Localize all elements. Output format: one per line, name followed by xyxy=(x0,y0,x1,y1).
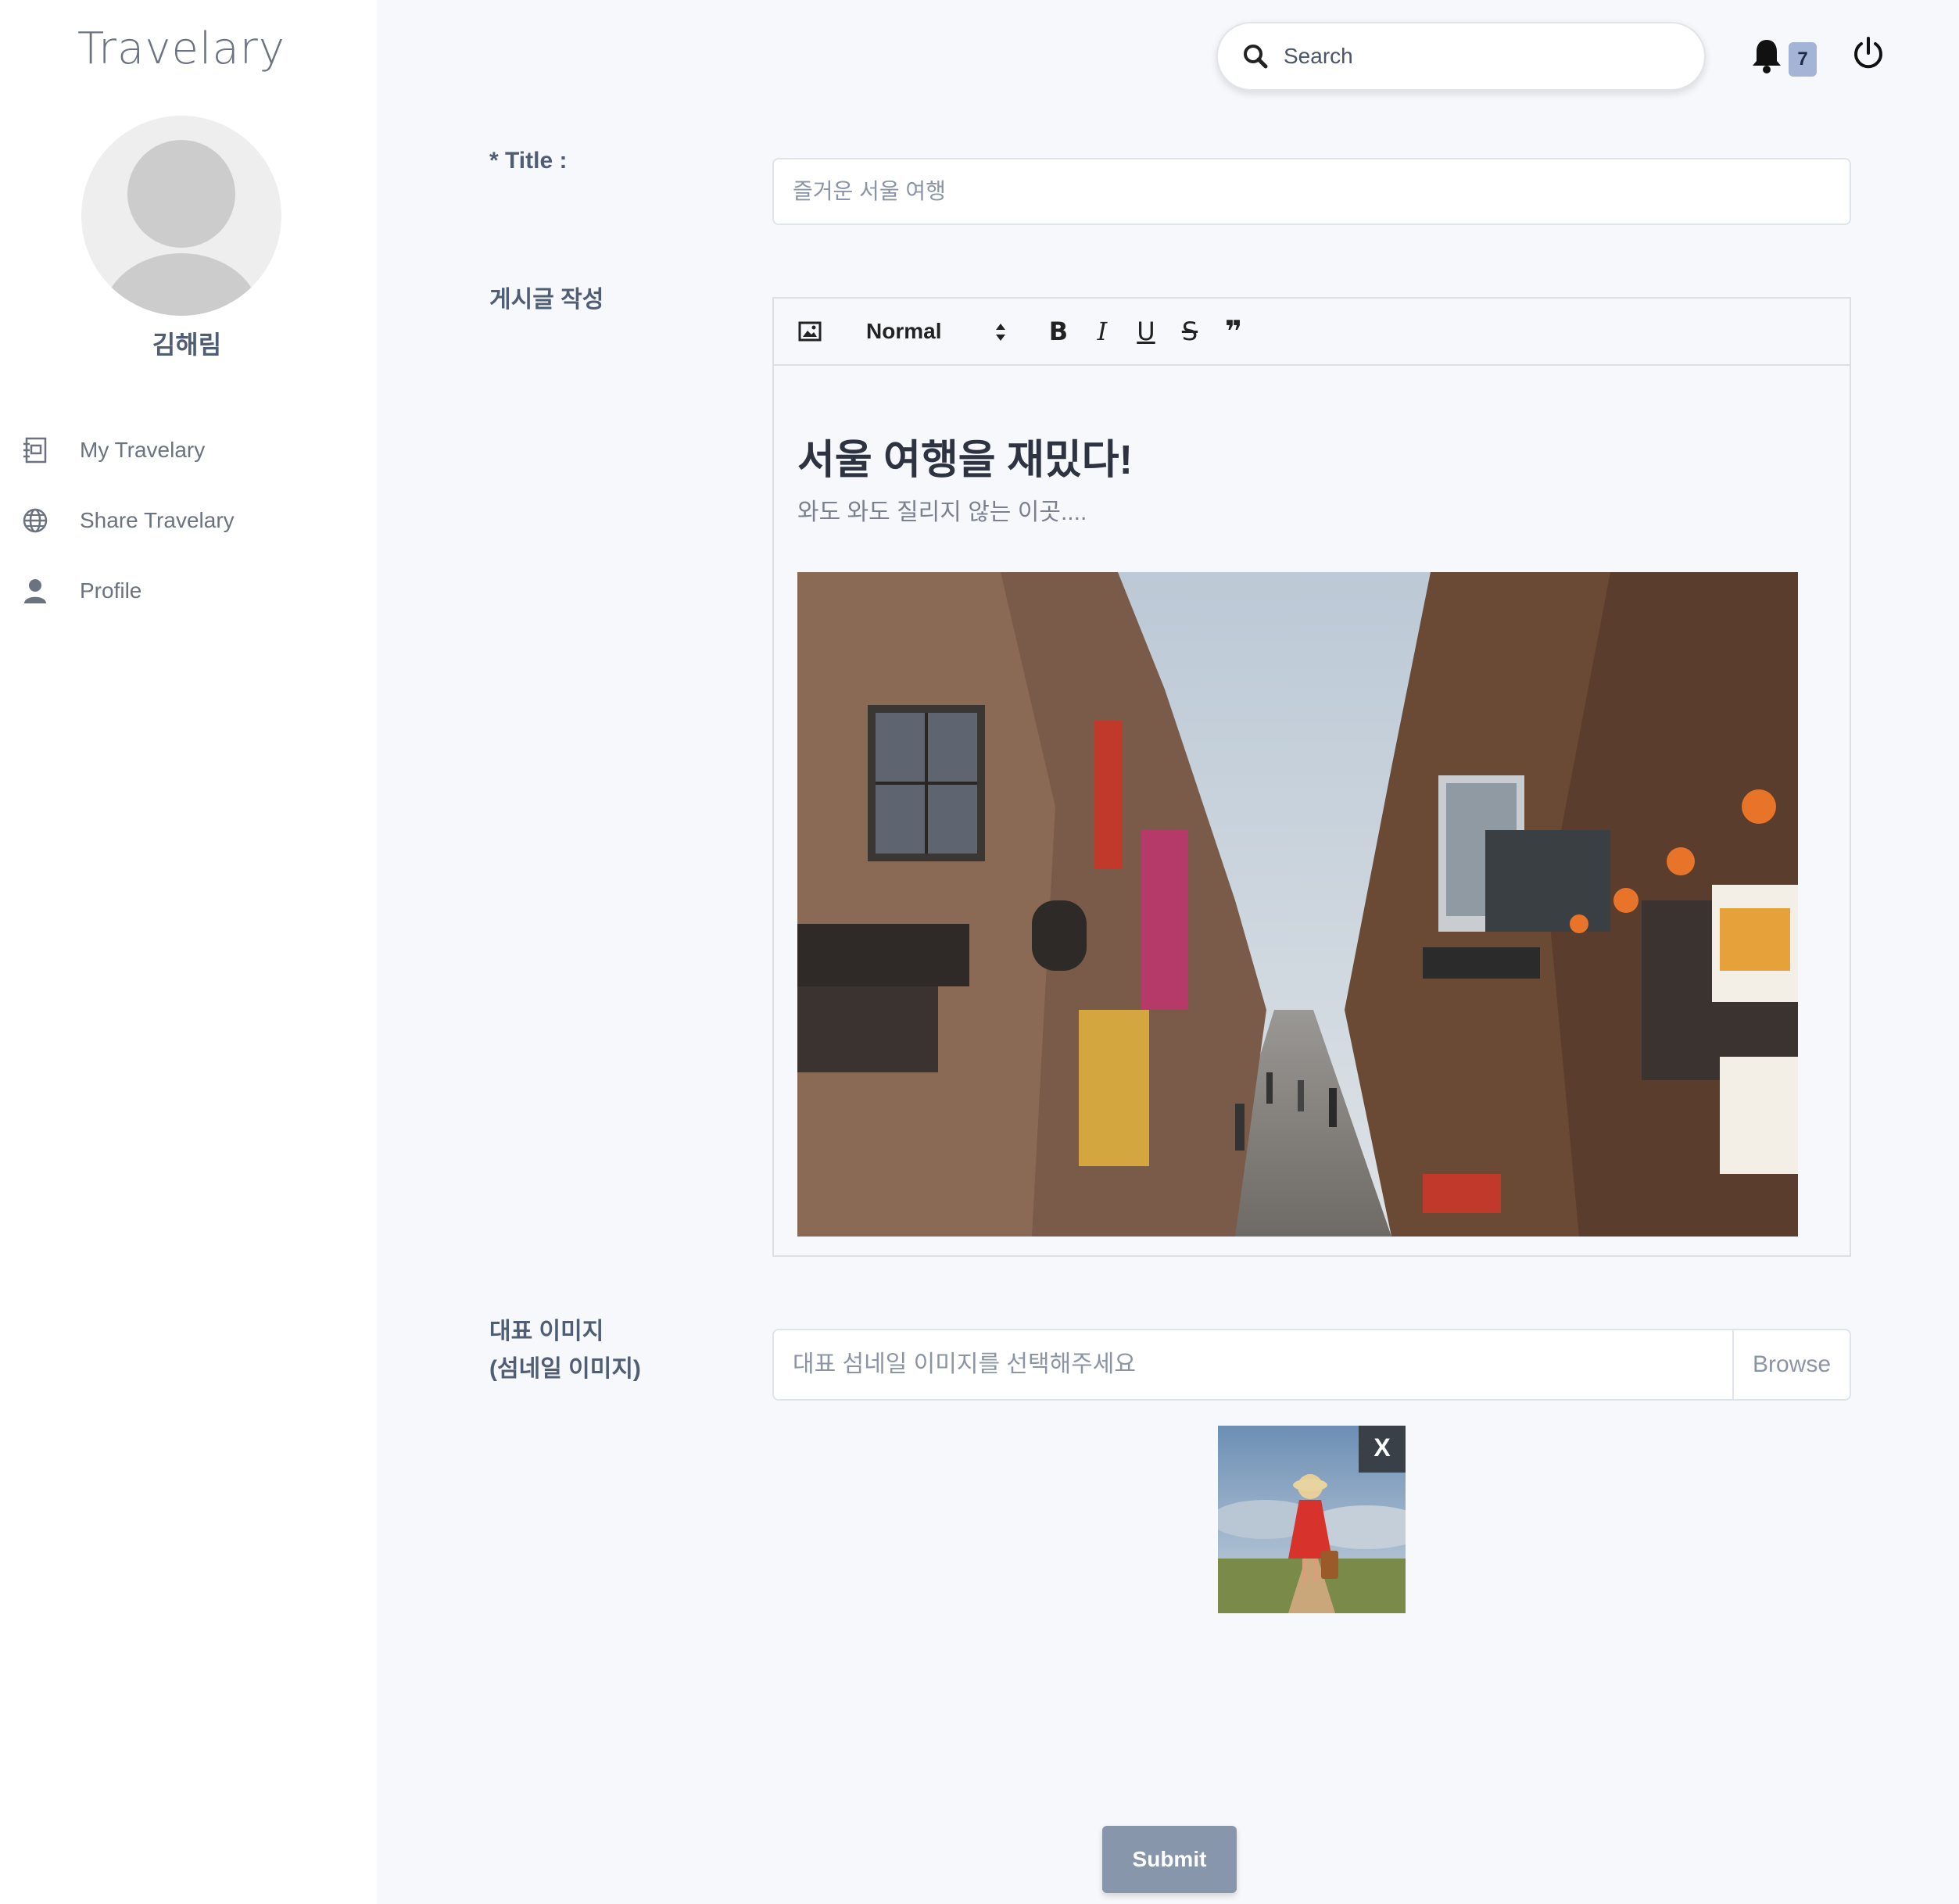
thumbnail-preview: X xyxy=(1218,1426,1406,1613)
sidebar: Travelary 김해림 My Travelary Share Travela… xyxy=(0,0,377,1904)
title-label: * Title : xyxy=(489,148,568,174)
avatar xyxy=(81,116,281,316)
title-input[interactable]: 즐거운 서울 여행 xyxy=(772,158,1851,225)
thumbnail-file-input[interactable]: 대표 섬네일 이미지를 선택해주세요 Browse xyxy=(772,1329,1851,1401)
user-icon xyxy=(19,574,52,607)
content-heading: 서울 여행을 재밌다! xyxy=(797,438,1133,483)
sidebar-item-label: Share Travelary xyxy=(80,508,235,532)
thumbnail-label: 대표 이미지 xyxy=(489,1319,604,1344)
format-select-value: Normal xyxy=(866,319,942,343)
search-input[interactable] xyxy=(1284,44,1674,69)
sidebar-item-my-travelary[interactable]: My Travelary xyxy=(19,428,347,472)
sidebar-item-label: Profile xyxy=(80,578,142,603)
sidebar-item-label: My Travelary xyxy=(80,438,206,462)
avatar-head xyxy=(127,140,235,248)
notebook-icon xyxy=(19,434,52,467)
username: 김해림 xyxy=(152,331,222,359)
bold-button[interactable]: B xyxy=(1043,316,1074,347)
search-box[interactable] xyxy=(1216,22,1706,91)
street-photo xyxy=(797,572,1798,1237)
underline-button[interactable]: U xyxy=(1130,316,1162,347)
italic-button[interactable]: I xyxy=(1087,316,1118,347)
power-icon[interactable] xyxy=(1851,36,1886,72)
content-subtext: 와도 와도 질리지 않는 이곳.... xyxy=(797,499,1087,525)
image-icon[interactable] xyxy=(794,316,826,347)
editor-toolbar: Normal B I U S ❞ xyxy=(774,299,1850,366)
notification-badge: 7 xyxy=(1789,42,1817,77)
thumbnail-label-sub: (섬네일 이미지) xyxy=(489,1356,641,1382)
sidebar-item-share-travelary[interactable]: Share Travelary xyxy=(19,499,347,542)
brand-logo[interactable]: Travelary xyxy=(0,23,363,74)
avatar-body xyxy=(103,253,260,316)
browse-button[interactable]: Browse xyxy=(1732,1330,1850,1399)
sidebar-item-profile[interactable]: Profile xyxy=(19,569,347,613)
format-select[interactable]: Normal xyxy=(866,313,1007,350)
globe-icon xyxy=(19,504,52,537)
thumbnail-placeholder[interactable]: 대표 섬네일 이미지를 선택해주세요 xyxy=(774,1330,1732,1399)
remove-thumbnail-button[interactable]: X xyxy=(1359,1426,1406,1473)
search-icon[interactable] xyxy=(1241,42,1270,70)
rich-text-editor[interactable]: Normal B I U S ❞ 서울 여행을 재밌다! 와도 와도 질리지 않… xyxy=(772,297,1851,1257)
select-arrows-icon xyxy=(994,322,1007,342)
submit-button[interactable]: Submit xyxy=(1102,1826,1237,1893)
strikethrough-button[interactable]: S xyxy=(1174,316,1205,347)
bell-icon[interactable] xyxy=(1751,38,1782,73)
content-label: 게시글 작성 xyxy=(489,287,604,313)
blockquote-button[interactable]: ❞ xyxy=(1218,316,1249,349)
